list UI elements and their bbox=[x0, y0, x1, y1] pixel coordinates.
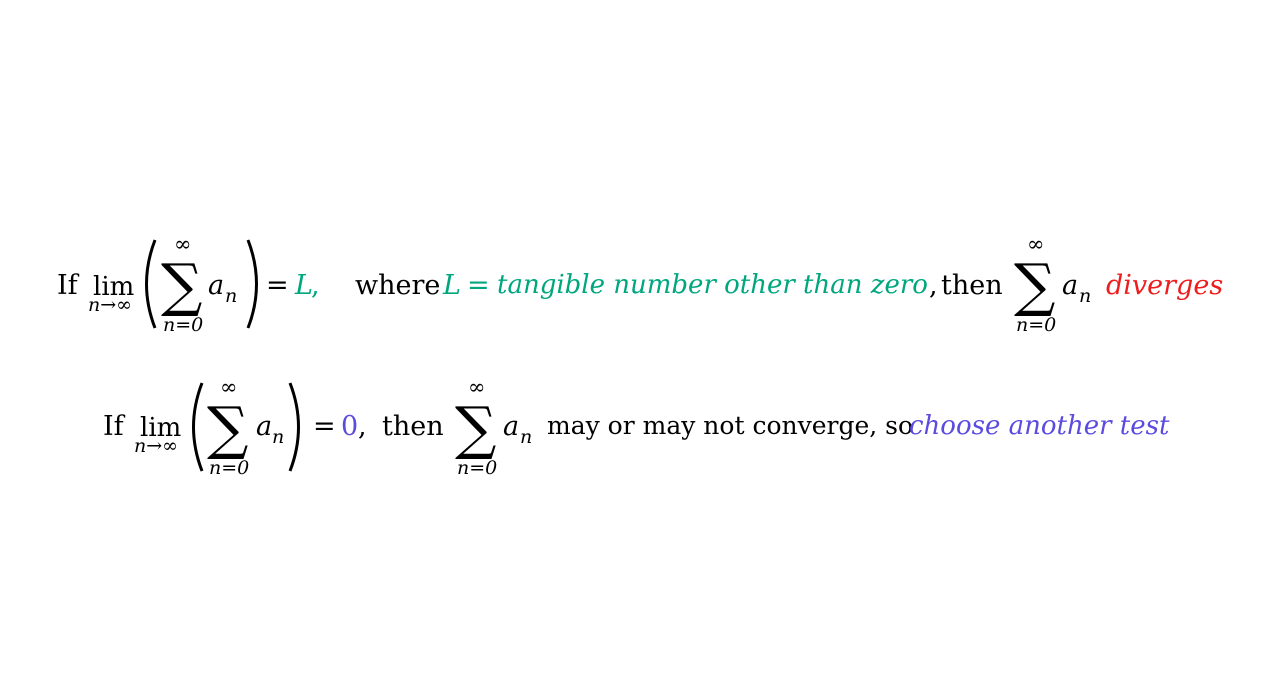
series-term: a bbox=[256, 411, 273, 442]
equals-sign: = bbox=[313, 411, 336, 442]
where-word: where bbox=[355, 270, 441, 301]
left-paren bbox=[192, 382, 204, 472]
if-word: If bbox=[57, 270, 78, 301]
conclusion-diverges: diverges bbox=[1106, 270, 1224, 301]
if-word: If bbox=[103, 411, 124, 442]
summation-icon: ∑ bbox=[161, 251, 203, 319]
sum-lower-limit: n=0 bbox=[163, 314, 204, 336]
series-term-subscript: n bbox=[225, 285, 238, 307]
series-term: a bbox=[208, 270, 225, 301]
summation-icon: ∑ bbox=[207, 394, 249, 462]
limit-value: 0 bbox=[341, 411, 359, 442]
series-term-subscript: n bbox=[272, 426, 285, 448]
equals-sign: = bbox=[266, 270, 289, 301]
statement-diverges: If lim n→∞ ∞ ∑ n=0 a n = L , where L = t… bbox=[0, 230, 1280, 350]
right-paren bbox=[246, 239, 258, 329]
result-sum-lower-limit: n=0 bbox=[457, 457, 498, 479]
definition-comma: , bbox=[929, 270, 938, 301]
conclusion-choose-test: choose another test bbox=[909, 411, 1170, 441]
result-series-term: a bbox=[1062, 270, 1079, 301]
result-series-term: a bbox=[503, 411, 520, 442]
result-summation-icon: ∑ bbox=[455, 394, 497, 462]
limit-subscript: n→∞ bbox=[134, 435, 178, 457]
statement-inconclusive: If lim n→∞ ∞ ∑ n=0 a n = 0 , then ∞ ∑ n=… bbox=[0, 371, 1280, 491]
result-series-term-subscript: n bbox=[520, 426, 533, 448]
definition-variable: L bbox=[443, 270, 461, 301]
left-paren bbox=[145, 239, 157, 329]
sum-lower-limit: n=0 bbox=[209, 457, 250, 479]
limit-subscript: n→∞ bbox=[88, 294, 132, 316]
result-series-term-subscript: n bbox=[1079, 285, 1092, 307]
result-summation-icon: ∑ bbox=[1014, 251, 1056, 319]
right-paren bbox=[288, 382, 300, 472]
result-sum-lower-limit: n=0 bbox=[1016, 314, 1057, 336]
definition-equals: = bbox=[467, 270, 490, 301]
definition-text: tangible number other than zero bbox=[497, 270, 928, 300]
limit-value-comma: , bbox=[311, 270, 320, 301]
then-word: then bbox=[941, 270, 1003, 301]
limit-value-comma: , bbox=[358, 411, 367, 442]
then-word: then bbox=[382, 411, 444, 442]
conclusion-plain-text: may or may not converge, so bbox=[547, 411, 914, 440]
